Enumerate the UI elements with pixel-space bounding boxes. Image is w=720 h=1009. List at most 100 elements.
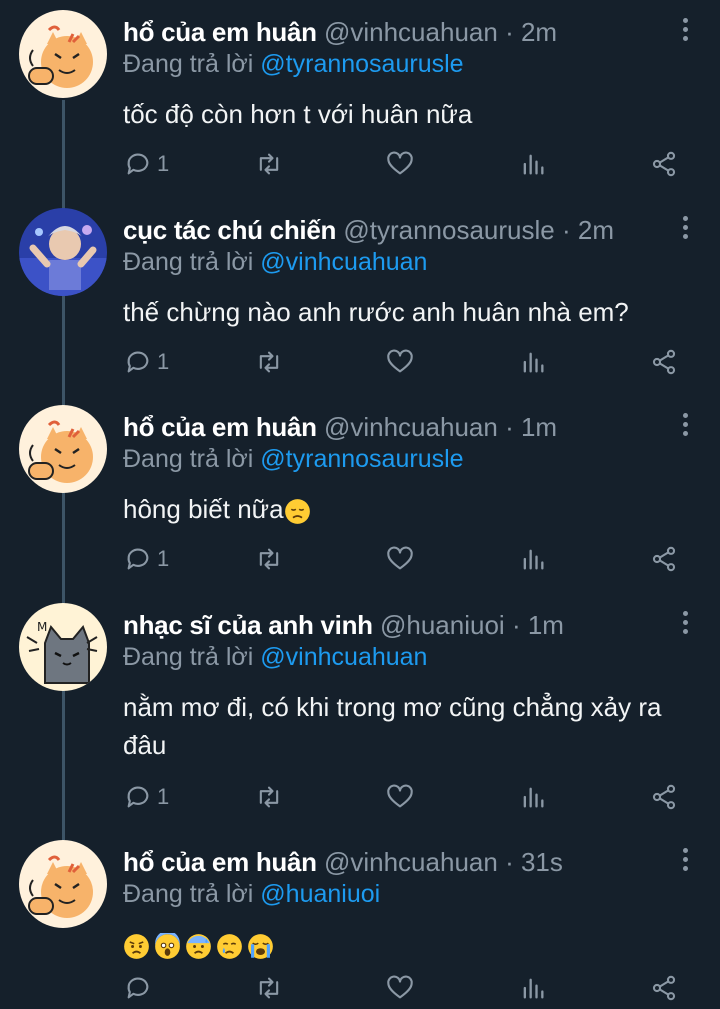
tweet-text (123, 925, 680, 963)
separator-dot: · (561, 215, 571, 245)
reply-button[interactable]: 1 (124, 779, 169, 815)
share-icon (652, 349, 676, 375)
display-name[interactable]: nhạc sĩ của anh vinh (123, 610, 373, 640)
tweet-text: nằm mơ đi, có khi trong mơ cũng chẳng xả… (123, 692, 662, 760)
anxious-sweat-face-icon (186, 933, 211, 959)
tweet-actions: 1 (0, 146, 720, 182)
mention-link[interactable]: @huaniuoi (260, 880, 380, 908)
screaming-face-icon (155, 932, 180, 959)
emoji-group (284, 498, 311, 525)
mention-link[interactable]: @tyrannosaurusle (260, 445, 463, 473)
replying-to-label: Đang trả lời (123, 50, 254, 78)
like-button[interactable] (386, 779, 414, 815)
display-name[interactable]: hổ của em huân (123, 412, 317, 442)
timestamp[interactable]: 2m (521, 17, 557, 47)
analytics-icon (523, 787, 544, 808)
loudly-crying-face-icon (248, 933, 273, 959)
user-handle[interactable]: @huaniuoi (380, 610, 505, 640)
analytics-button[interactable] (519, 344, 547, 380)
retweet-button[interactable] (255, 970, 283, 1006)
replying-to: Đang trả lời @huaniuoi (123, 878, 380, 910)
tweet-text-content: hông biết nữa (123, 494, 284, 524)
reply-button[interactable] (124, 970, 157, 1006)
retweet-button[interactable] (255, 344, 283, 380)
worried-face-icon (124, 933, 149, 959)
reply-icon (127, 977, 149, 999)
display-name[interactable]: hổ của em huân (123, 847, 317, 877)
analytics-button[interactable] (519, 541, 547, 577)
more-icon[interactable] (680, 216, 690, 242)
mention-link[interactable]: @vinhcuahuan (260, 248, 427, 276)
like-button[interactable] (386, 146, 414, 182)
timestamp[interactable]: 31s (521, 847, 563, 877)
retweet-icon (259, 548, 279, 570)
replying-to: Đang trả lời @vinhcuahuan (123, 246, 427, 278)
share-button[interactable] (650, 344, 678, 380)
analytics-icon (523, 352, 544, 373)
tiger-avatar[interactable] (19, 10, 107, 98)
retweet-button[interactable] (255, 779, 283, 815)
timestamp[interactable]: 1m (521, 412, 557, 442)
separator-dot: · (505, 847, 514, 877)
retweet-icon (259, 153, 279, 175)
like-button[interactable] (386, 541, 414, 577)
tiger-avatar[interactable] (19, 405, 107, 493)
share-icon (652, 546, 676, 572)
share-button[interactable] (650, 146, 678, 182)
retweet-button[interactable] (255, 541, 283, 577)
reply-count: 1 (157, 151, 170, 176)
display-name[interactable]: hổ của em huân (123, 17, 317, 47)
mention-link[interactable]: @tyrannosaurusle (260, 50, 463, 78)
user-handle[interactable]: @vinhcuahuan (324, 17, 498, 47)
analytics-button[interactable] (519, 970, 547, 1006)
tweet-actions (0, 970, 720, 1006)
reply-button[interactable]: 1 (124, 146, 169, 182)
more-icon[interactable] (680, 848, 690, 874)
conversation-thread: hổ của em huân @vinhcuahuan · 2m Đang tr… (0, 0, 720, 1009)
share-button[interactable] (650, 779, 678, 815)
analytics-button[interactable] (519, 146, 547, 182)
photo-avatar[interactable] (19, 208, 107, 296)
share-button[interactable] (650, 970, 678, 1006)
tweet-actions: 1 (0, 779, 720, 815)
more-icon[interactable] (680, 18, 690, 44)
user-handle[interactable]: @vinhcuahuan (324, 412, 498, 442)
more-icon[interactable] (680, 413, 690, 439)
reply-count: 1 (157, 349, 170, 374)
timestamp[interactable]: 1m (528, 610, 564, 640)
emoji-group (123, 932, 274, 960)
heart-icon (387, 975, 413, 999)
separator-dot: · (511, 610, 521, 640)
like-button[interactable] (386, 344, 414, 380)
replying-to: Đang trả lời @tyrannosaurusle (123, 48, 464, 80)
reply-button[interactable]: 1 (124, 344, 169, 380)
replying-to: Đang trả lời @vinhcuahuan (123, 641, 427, 673)
timestamp[interactable]: 2m (578, 215, 614, 245)
separator-dot: · (505, 17, 514, 47)
tweet-text: hông biết nữa (123, 490, 680, 528)
reply-count: 1 (157, 546, 170, 571)
mention-link[interactable]: @vinhcuahuan (260, 643, 427, 671)
analytics-icon (523, 549, 544, 570)
user-handle[interactable]: @vinhcuahuan (324, 847, 498, 877)
analytics-icon (523, 154, 544, 175)
user-handle[interactable]: @tyrannosaurusle (343, 215, 554, 245)
svg-text:M: M (37, 620, 47, 634)
reply-count: 1 (157, 784, 170, 809)
reply-button[interactable]: 1 (124, 541, 169, 577)
cat-avatar[interactable]: M (19, 603, 107, 691)
tiger-avatar[interactable] (19, 840, 107, 928)
share-button[interactable] (650, 541, 678, 577)
tweet-header: cục tác chú chiến @tyrannosaurusle · 2m (123, 214, 660, 246)
replying-to-label: Đang trả lời (123, 248, 254, 276)
like-button[interactable] (386, 970, 414, 1006)
reply-icon (127, 548, 149, 570)
tweet-header: hổ của em huân @vinhcuahuan · 2m (123, 16, 660, 48)
more-icon[interactable] (680, 611, 690, 637)
retweet-button[interactable] (255, 146, 283, 182)
tweet-header: hổ của em huân @vinhcuahuan · 31s (123, 846, 660, 878)
display-name[interactable]: cục tác chú chiến (123, 215, 336, 245)
replying-to: Đang trả lời @tyrannosaurusle (123, 443, 464, 475)
analytics-button[interactable] (519, 779, 547, 815)
reply-icon (127, 153, 149, 175)
